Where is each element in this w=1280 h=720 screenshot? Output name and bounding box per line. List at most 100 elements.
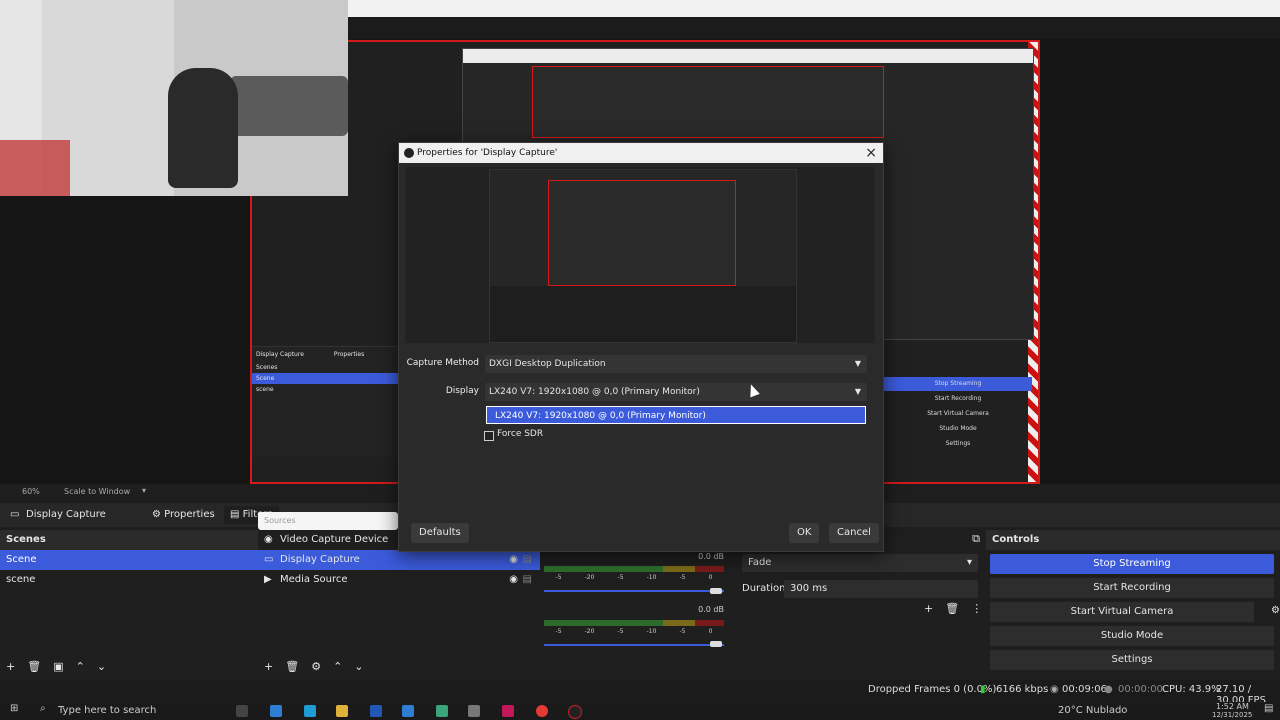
add-icon[interactable]: +	[924, 602, 933, 615]
start-virtual-camera-button[interactable]: Start Virtual Camera	[990, 602, 1254, 622]
edge-icon[interactable]	[270, 705, 282, 717]
chevron-down-icon[interactable]: ⌄	[354, 660, 363, 673]
obs-icon[interactable]	[568, 705, 582, 719]
tick: -5	[679, 574, 686, 581]
zoom-level[interactable]: 60%	[22, 487, 40, 496]
more-icon[interactable]: ⋮	[971, 602, 982, 615]
eye-icon[interactable]: ◉	[509, 550, 518, 570]
display-value: LX240 V7: 1920x1080 @ 0,0 (Primary Monit…	[489, 387, 700, 397]
chevron-up-icon[interactable]: ⌃	[76, 660, 85, 673]
volume-meter	[544, 620, 724, 626]
lock-icon[interactable]: ▤	[523, 550, 532, 570]
task-view-icon[interactable]	[236, 705, 248, 717]
chevron-up-icon[interactable]: ⌃	[333, 660, 342, 673]
fader-knob[interactable]	[710, 588, 722, 594]
defaults-button[interactable]: Defaults	[411, 523, 469, 543]
eye-icon[interactable]: ◉	[509, 570, 518, 590]
mail-icon[interactable]	[402, 705, 414, 717]
clock-time[interactable]: 1:52 AM	[1216, 702, 1249, 711]
ok-button[interactable]: OK	[789, 523, 820, 543]
webcam-lamp	[0, 140, 70, 196]
sources-search-input[interactable]: Sources	[258, 512, 398, 530]
nested-control: Studio Mode	[939, 425, 977, 432]
dock-menu-icon[interactable]: ⧉	[972, 532, 980, 546]
trash-icon[interactable]: 🗑	[285, 660, 299, 673]
source-item[interactable]: ▭ Display Capture ◉ ▤	[258, 550, 540, 570]
transition-type: Fade	[748, 557, 772, 568]
volume-fader[interactable]	[544, 590, 724, 592]
force-sdr-checkbox[interactable]	[484, 431, 494, 441]
chevron-down-icon[interactable]: ▾	[142, 486, 146, 495]
clock-date[interactable]: 12/31/2025	[1212, 711, 1252, 719]
taskbar-search-input[interactable]: Type here to search	[58, 705, 156, 716]
notification-icon[interactable]: ▤	[1264, 703, 1273, 714]
chevron-down-icon[interactable]: ⌄	[97, 660, 106, 673]
lock-icon[interactable]: ▤	[523, 570, 532, 590]
chrome-icon[interactable]	[536, 705, 548, 717]
tick: -5	[617, 628, 624, 635]
settings-button[interactable]: Settings	[990, 650, 1274, 670]
display-label: Display	[445, 386, 479, 396]
windows-start-icon[interactable]: ⊞	[10, 703, 18, 714]
filter-icon[interactable]: ▣	[53, 660, 63, 673]
tick: -5	[679, 628, 686, 635]
add-icon[interactable]: +	[264, 660, 273, 673]
tick: -20	[584, 628, 595, 635]
obs-icon	[404, 148, 414, 158]
trash-icon[interactable]: 🗑	[945, 602, 959, 615]
app-icon[interactable]	[436, 705, 448, 717]
close-icon[interactable]: ×	[865, 143, 877, 163]
tick: 0	[708, 628, 713, 635]
tick: 0	[708, 574, 713, 581]
channel-db: 0.0 dB	[698, 552, 724, 561]
webcam-source[interactable]	[0, 0, 348, 196]
start-recording-button[interactable]: Start Recording	[990, 578, 1274, 598]
transition-select[interactable]: Fade ▾	[742, 554, 978, 572]
record-time: 00:00:00	[1118, 684, 1163, 695]
store-icon[interactable]	[370, 705, 382, 717]
volume-fader[interactable]	[544, 644, 724, 646]
gear-icon[interactable]: ⚙	[311, 660, 321, 673]
search-icon[interactable]: ⌕	[40, 703, 46, 714]
weather[interactable]: 20°C Nublado	[1058, 705, 1127, 716]
source-item[interactable]: ▶ Media Source ◉ ▤	[258, 570, 540, 590]
add-icon[interactable]: +	[6, 660, 15, 673]
tick: -5	[617, 574, 624, 581]
cancel-button[interactable]: Cancel	[829, 523, 879, 543]
display-select[interactable]: LX240 V7: 1920x1080 @ 0,0 (Primary Monit…	[485, 383, 867, 401]
controls-dock: Controls Stop Streaming Start Recording …	[986, 530, 1280, 678]
app-icon[interactable]	[502, 705, 514, 717]
scene-item[interactable]: Scene	[0, 550, 258, 570]
browser-icon[interactable]	[304, 705, 316, 717]
file-explorer-icon[interactable]	[336, 705, 348, 717]
record-icon: ●	[1104, 684, 1113, 695]
scenes-title: Scenes	[0, 530, 258, 550]
webcam-chair	[168, 68, 238, 188]
studio-mode-button[interactable]: Studio Mode	[990, 626, 1274, 646]
cpu-usage: CPU: 43.9%	[1162, 684, 1221, 695]
scale-mode[interactable]: Scale to Window	[64, 487, 130, 496]
nested-scenes-title: Scenes	[256, 364, 278, 371]
capture-method-value: DXGI Desktop Duplication	[489, 359, 606, 369]
tick: -5	[555, 574, 562, 581]
nested-preview-window-2	[532, 66, 884, 138]
windows-taskbar: ⊞ ⌕ Type here to search 20°C Nublado 1:5…	[0, 702, 1280, 720]
gear-icon[interactable]: ⚙	[1271, 605, 1280, 616]
tick: -20	[584, 574, 595, 581]
chevron-down-icon: ▼	[854, 359, 861, 368]
monitor-icon: ▭	[264, 554, 274, 565]
stream-icon: ◉	[1050, 684, 1059, 695]
force-sdr-label[interactable]: Force SDR	[497, 429, 543, 439]
bitrate: 6166 kbps	[996, 684, 1049, 695]
scene-item[interactable]: scene	[0, 570, 258, 590]
trash-icon[interactable]: 🗑	[27, 660, 41, 673]
duration-input[interactable]: 300 ms	[784, 580, 978, 598]
fader-knob[interactable]	[710, 641, 722, 647]
capture-method-select[interactable]: DXGI Desktop Duplication ▼	[485, 355, 867, 373]
properties-button[interactable]: ⚙ Properties	[146, 506, 221, 524]
app-icon[interactable]	[468, 705, 480, 717]
display-option[interactable]: LX240 V7: 1920x1080 @ 0,0 (Primary Monit…	[486, 406, 866, 424]
stop-streaming-button[interactable]: Stop Streaming	[990, 554, 1274, 574]
dialog-title: Properties for 'Display Capture'	[417, 148, 558, 158]
scene-transitions: ⧉ Fade ▾ Duration 300 ms + 🗑 ⋮	[736, 530, 986, 678]
